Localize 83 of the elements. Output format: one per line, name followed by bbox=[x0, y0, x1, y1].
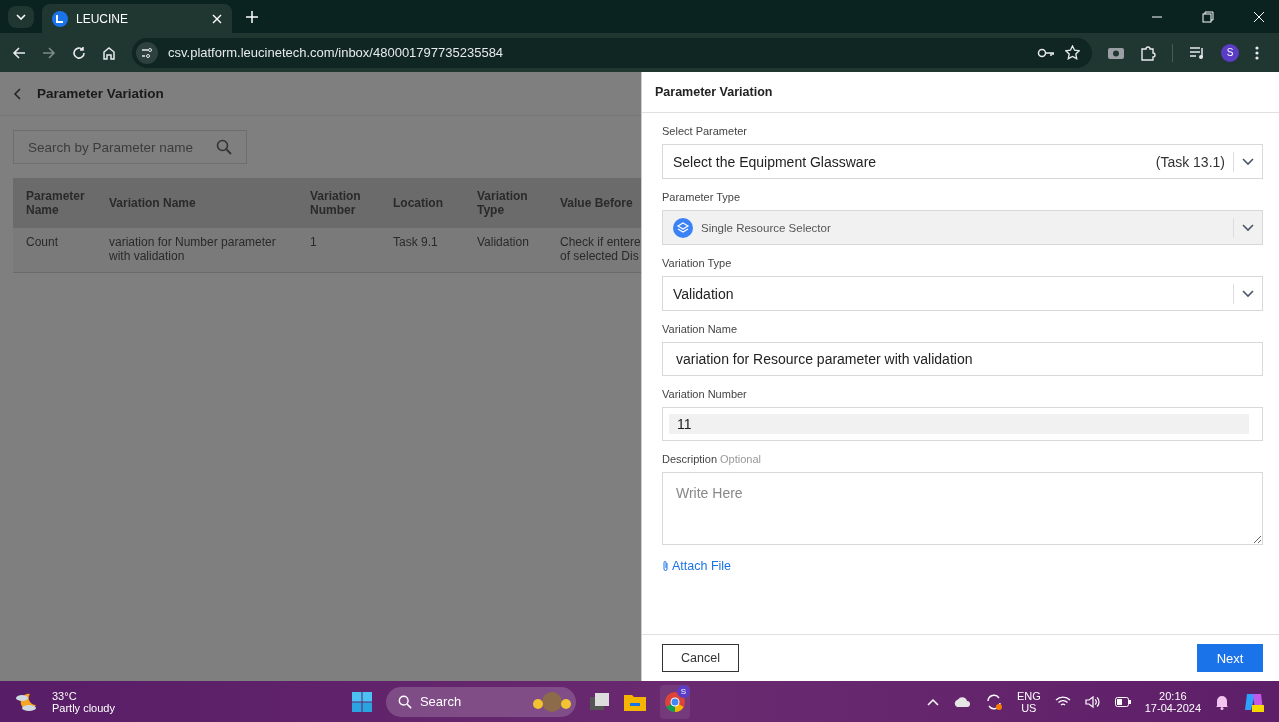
table-cell: Count bbox=[13, 228, 96, 273]
back-chevron-icon[interactable] bbox=[13, 87, 21, 100]
cancel-button[interactable]: Cancel bbox=[662, 644, 739, 672]
bell-icon[interactable] bbox=[1215, 693, 1229, 710]
dropdown-value: Select the Equipment Glassware bbox=[673, 153, 877, 170]
drawer-title: Parameter Variation bbox=[655, 85, 773, 99]
key-icon[interactable] bbox=[1037, 47, 1055, 58]
table-cell: variation for Number parameter with validation bbox=[96, 228, 297, 273]
column-header: Location bbox=[380, 178, 464, 228]
weather-condition: Partly cloudy bbox=[52, 701, 115, 714]
column-header: Parameter Name bbox=[13, 178, 96, 228]
search-input[interactable]: Search by Parameter name bbox=[26, 138, 216, 156]
search-icon bbox=[216, 139, 232, 155]
column-header: Variation Number bbox=[297, 178, 380, 228]
home-icon[interactable] bbox=[102, 45, 116, 60]
chevron-down-icon bbox=[1242, 157, 1254, 166]
clock-date[interactable]: 17-04-2024 bbox=[1144, 701, 1201, 714]
dropdown-field[interactable]: Validation bbox=[662, 276, 1263, 311]
column-header: Value Before bbox=[547, 178, 641, 228]
back-arrow-icon[interactable] bbox=[12, 45, 26, 60]
tab-list-button[interactable] bbox=[8, 5, 34, 28]
new-tab-icon[interactable] bbox=[246, 10, 258, 23]
search-icon bbox=[397, 694, 412, 709]
dropdown-value: Validation bbox=[673, 285, 734, 302]
dropdown-value: Single Resource Selector bbox=[701, 221, 831, 234]
clock-time[interactable]: 20:16 bbox=[1159, 689, 1187, 702]
taskbar-search[interactable]: Search bbox=[385, 686, 576, 717]
description-field[interactable]: Write Here bbox=[662, 472, 1263, 545]
puzzle-icon[interactable] bbox=[1140, 44, 1156, 61]
speaker-icon[interactable] bbox=[1084, 694, 1101, 709]
close-icon[interactable] bbox=[1253, 10, 1265, 23]
chevron-down-icon bbox=[1242, 289, 1254, 298]
tab-title: LEUCINE bbox=[76, 11, 129, 26]
search-field[interactable]: Search by Parameter name bbox=[13, 130, 247, 164]
chevron-down-icon bbox=[1242, 223, 1254, 232]
table-cell: Check if entere of selected Dis bbox=[547, 228, 641, 273]
star-icon[interactable] bbox=[1065, 45, 1080, 60]
table-cell: Task 9.1 bbox=[380, 228, 464, 273]
field-label: Variation Name bbox=[662, 323, 738, 335]
camera-icon[interactable] bbox=[1108, 46, 1124, 59]
folder-icon[interactable] bbox=[623, 692, 646, 711]
restore-icon[interactable] bbox=[1202, 10, 1214, 23]
field-label: Description bbox=[662, 453, 718, 465]
optional-label: Optional bbox=[720, 453, 761, 465]
battery-icon[interactable] bbox=[1114, 696, 1131, 707]
chevron-down-icon bbox=[16, 13, 26, 20]
address-bar[interactable]: csv.platform.leucinetech.com/inbox/480001797735235584 bbox=[168, 45, 504, 60]
dropdown-field[interactable]: Select the Equipment Glassware (Task 13.1) bbox=[662, 144, 1263, 179]
table-cell: 1 bbox=[297, 228, 380, 273]
profile-avatar[interactable]: S bbox=[1221, 43, 1239, 62]
region-indicator[interactable]: US bbox=[1021, 701, 1037, 714]
field-label: Variation Type bbox=[662, 257, 733, 269]
column-header: Variation Type bbox=[464, 178, 547, 228]
column-header: Variation Name bbox=[96, 178, 297, 228]
cloud-icon[interactable] bbox=[952, 696, 971, 707]
next-button[interactable]: Next bbox=[1197, 644, 1263, 672]
media-controls-icon[interactable] bbox=[1189, 45, 1205, 60]
task-reference: (Task 13.1) bbox=[1155, 153, 1225, 170]
browser-taskbar-icon[interactable]: S bbox=[659, 684, 690, 719]
wifi-icon[interactable] bbox=[1054, 695, 1071, 708]
temperature: 33°C bbox=[52, 689, 78, 702]
forward-arrow-icon[interactable] bbox=[42, 45, 56, 60]
field-label: Parameter Type bbox=[662, 191, 742, 203]
attach-file-link[interactable]: Attach File bbox=[662, 559, 732, 573]
close-icon[interactable] bbox=[212, 13, 222, 24]
field-label: Variation Number bbox=[662, 388, 748, 400]
page-title: Parameter Variation bbox=[37, 86, 164, 101]
windows-start-icon[interactable] bbox=[351, 691, 372, 712]
field-label: Select Parameter bbox=[662, 125, 748, 137]
site-settings-icon[interactable] bbox=[136, 41, 158, 64]
sync-icon[interactable] bbox=[984, 692, 1003, 711]
language-indicator[interactable]: ENG bbox=[1016, 689, 1041, 702]
reload-icon[interactable] bbox=[72, 45, 86, 60]
layers-icon bbox=[673, 217, 693, 238]
mascot-drawing bbox=[531, 689, 572, 714]
table-cell: Validation bbox=[464, 228, 547, 273]
paperclip-icon bbox=[662, 560, 669, 572]
browser-tab[interactable]: LEUCINE bbox=[42, 4, 232, 33]
task-view-icon[interactable] bbox=[589, 692, 610, 711]
app-logo-icon bbox=[52, 10, 68, 27]
text-field[interactable]: variation for Resource parameter with validation bbox=[662, 342, 1263, 376]
more-menu-icon[interactable] bbox=[1255, 45, 1259, 60]
chevron-up-icon[interactable] bbox=[926, 697, 939, 706]
